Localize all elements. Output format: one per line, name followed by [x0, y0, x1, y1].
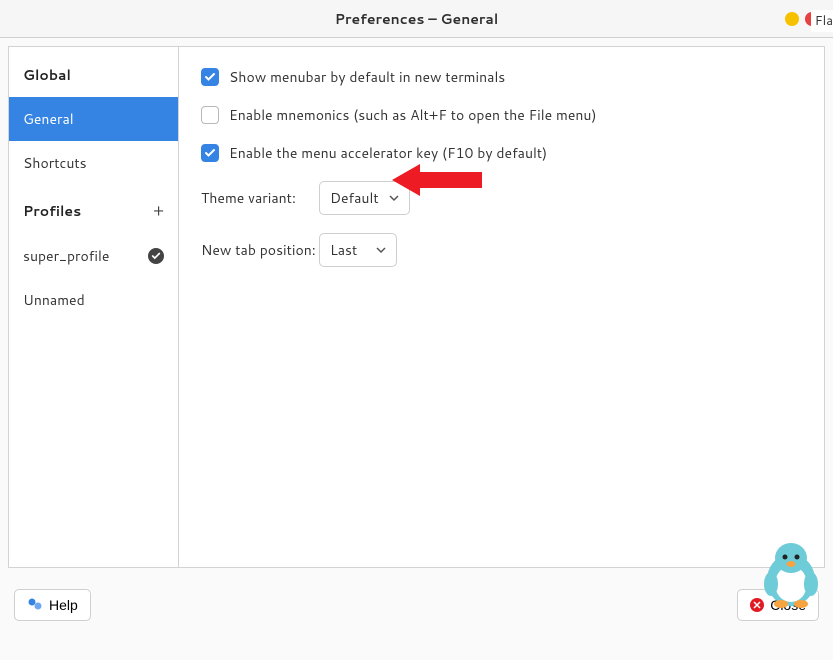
new-tab-position-row: New tab position: Last [201, 233, 802, 267]
accelerator-checkbox[interactable] [201, 144, 219, 162]
help-icon [27, 597, 43, 613]
sidebar-profile-super[interactable]: super_profile [9, 234, 178, 278]
close-button-label: Close [770, 597, 806, 613]
window-title: Preferences – General [335, 9, 499, 29]
chevron-down-icon [376, 245, 386, 255]
new-tab-position-value: Last [330, 240, 357, 260]
close-icon [750, 598, 764, 612]
theme-variant-value: Default [330, 188, 379, 208]
sidebar-item-label: General [23, 109, 74, 129]
theme-variant-label: Theme variant: [201, 188, 319, 208]
help-button-label: Help [49, 597, 78, 613]
theme-variant-dropdown[interactable]: Default [319, 181, 410, 215]
help-button[interactable]: Help [14, 589, 91, 621]
close-button[interactable]: Close [737, 589, 819, 621]
sidebar-item-label: super_profile [23, 246, 109, 266]
show-menubar-checkbox[interactable] [201, 68, 219, 86]
mnemonics-label: Enable mnemonics (such as Alt+F to open … [229, 105, 597, 125]
show-menubar-label: Show menubar by default in new terminals [229, 67, 505, 87]
new-tab-position-label: New tab position: [201, 240, 319, 260]
add-profile-button[interactable]: + [153, 199, 164, 222]
theme-variant-row: Theme variant: Default [201, 181, 802, 215]
sidebar-item-label: Shortcuts [23, 153, 87, 173]
sidebar: Global General Shortcuts Profiles + supe… [8, 46, 179, 568]
show-menubar-row: Show menubar by default in new terminals [201, 67, 802, 87]
settings-pane: Show menubar by default in new terminals… [179, 46, 825, 568]
main-area: Global General Shortcuts Profiles + supe… [0, 38, 833, 576]
titlebar: Preferences – General Fla [0, 0, 833, 38]
sidebar-item-label: Unnamed [23, 290, 85, 310]
accelerator-label: Enable the menu accelerator key (F10 by … [229, 143, 547, 163]
sidebar-heading-profiles: Profiles + [9, 185, 178, 234]
sidebar-heading-global: Global [9, 51, 178, 97]
chevron-down-icon [389, 193, 399, 203]
corner-badge: Fla [811, 10, 833, 32]
sidebar-item-shortcuts[interactable]: Shortcuts [9, 141, 178, 185]
sidebar-heading-profiles-label: Profiles [23, 201, 81, 221]
sidebar-heading-global-label: Global [23, 65, 71, 85]
sidebar-profile-unnamed[interactable]: Unnamed [9, 278, 178, 322]
mnemonics-checkbox[interactable] [201, 106, 219, 124]
sidebar-item-general[interactable]: General [9, 97, 178, 141]
new-tab-position-dropdown[interactable]: Last [319, 233, 397, 267]
accelerator-row: Enable the menu accelerator key (F10 by … [201, 143, 802, 163]
mnemonics-row: Enable mnemonics (such as Alt+F to open … [201, 105, 802, 125]
default-profile-check-icon [148, 248, 164, 264]
minimize-window-button[interactable] [785, 12, 799, 26]
footer: Help Close [0, 576, 833, 634]
